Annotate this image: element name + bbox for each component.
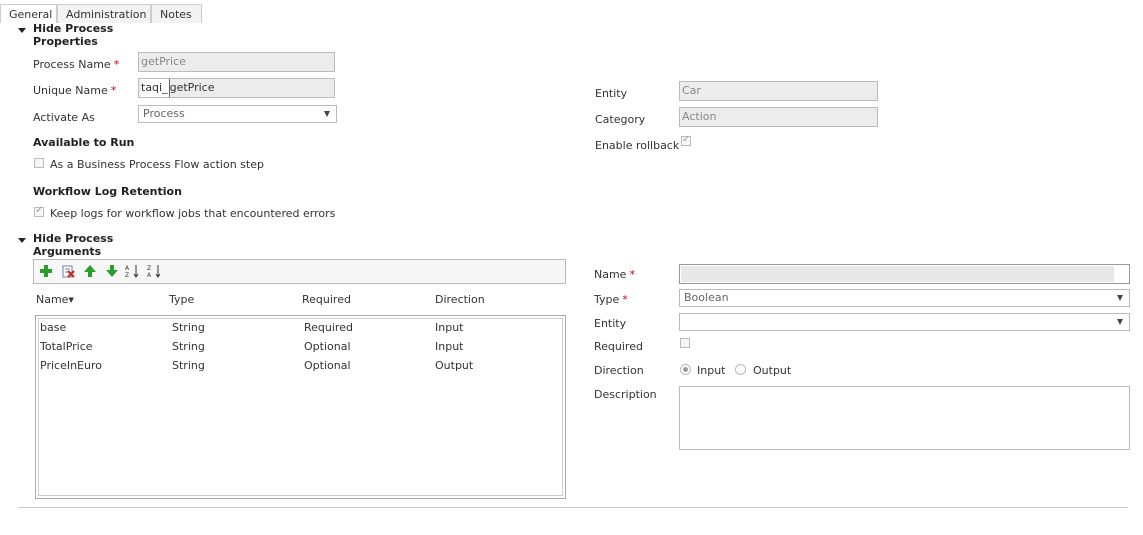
enable-rollback-checkbox[interactable] bbox=[681, 134, 691, 146]
unique-name-field[interactable]: taqi_ getPrice bbox=[138, 78, 335, 98]
tab-general[interactable]: General bbox=[0, 4, 57, 23]
arg-required-label: Required bbox=[594, 340, 643, 353]
unique-name-value: getPrice bbox=[169, 81, 215, 94]
svg-text:Z: Z bbox=[147, 265, 151, 272]
unique-name-label: Unique Name * bbox=[33, 84, 117, 97]
dropdown-arrow-icon bbox=[1117, 319, 1123, 325]
add-icon[interactable] bbox=[39, 264, 53, 278]
hide-process-arguments-toggle[interactable]: Hide Process Arguments bbox=[18, 232, 178, 258]
category-field[interactable]: Action bbox=[679, 107, 878, 127]
log-retention-title: Workflow Log Retention bbox=[33, 185, 182, 198]
activate-as-select[interactable]: Process bbox=[138, 105, 337, 123]
direction-input-radio[interactable] bbox=[680, 364, 691, 375]
arguments-grid: base String Required Input TotalPrice St… bbox=[35, 315, 566, 499]
enable-rollback-label: Enable rollback bbox=[595, 139, 680, 152]
cell-required: Optional bbox=[304, 340, 351, 353]
bpf-action-step-checkbox[interactable] bbox=[34, 158, 44, 168]
activate-as-value: Process bbox=[143, 107, 185, 120]
table-row[interactable]: PriceInEuro String Optional Output bbox=[39, 357, 562, 376]
arg-entity-label: Entity bbox=[594, 317, 627, 330]
activate-as-label: Activate As bbox=[33, 111, 95, 124]
entity-label: Entity bbox=[595, 87, 628, 100]
svg-text:A: A bbox=[125, 265, 130, 272]
cell-required: Optional bbox=[304, 359, 351, 372]
column-header-name[interactable]: Name▼ bbox=[36, 293, 74, 306]
unique-name-prefix: taqi_ bbox=[141, 79, 170, 97]
cell-required: Required bbox=[304, 321, 353, 334]
cell-name: TotalPrice bbox=[40, 340, 93, 353]
table-row[interactable]: TotalPrice String Optional Input bbox=[39, 338, 562, 357]
move-up-icon[interactable] bbox=[83, 264, 97, 278]
cell-direction: Input bbox=[435, 321, 464, 334]
arg-entity-select[interactable] bbox=[679, 313, 1130, 331]
dropdown-arrow-icon bbox=[1117, 295, 1123, 301]
direction-output-radio[interactable] bbox=[735, 364, 746, 375]
arg-type-label: Type * bbox=[594, 293, 628, 306]
tab-administration[interactable]: Administration bbox=[57, 4, 151, 23]
sort-indicator-icon: ▼ bbox=[68, 296, 74, 304]
column-header-direction[interactable]: Direction bbox=[435, 293, 485, 306]
arguments-toolbar: A Z Z A bbox=[33, 259, 566, 284]
arg-type-select[interactable]: Boolean bbox=[679, 289, 1130, 307]
cell-direction: Input bbox=[435, 340, 464, 353]
bottom-divider bbox=[18, 507, 1128, 508]
section-title-arguments: Hide Process Arguments bbox=[33, 232, 114, 258]
process-name-field[interactable]: getPrice bbox=[138, 52, 335, 72]
arg-direction-label: Direction bbox=[594, 364, 644, 377]
cell-name: base bbox=[40, 321, 67, 334]
arg-name-label: Name * bbox=[594, 268, 635, 281]
direction-output-label: Output bbox=[753, 364, 792, 377]
keep-logs-label: Keep logs for workflow jobs that encount… bbox=[50, 207, 336, 220]
arg-description-label: Description bbox=[594, 388, 657, 401]
dropdown-arrow-icon bbox=[324, 111, 330, 117]
table-row[interactable]: base String Required Input bbox=[39, 319, 562, 338]
hide-process-properties-toggle[interactable]: Hide Process Properties bbox=[18, 22, 178, 48]
keep-logs-checkbox[interactable] bbox=[34, 205, 44, 217]
svg-text:Z: Z bbox=[125, 272, 129, 278]
available-to-run-title: Available to Run bbox=[33, 136, 135, 149]
entity-field[interactable]: Car bbox=[679, 81, 878, 101]
move-down-icon[interactable] bbox=[105, 264, 119, 278]
cell-type: String bbox=[172, 359, 205, 372]
column-header-name-label: Name bbox=[36, 293, 69, 306]
bpf-action-step-label: As a Business Process Flow action step bbox=[50, 158, 264, 171]
collapse-caret-icon bbox=[18, 238, 26, 243]
tab-notes[interactable]: Notes bbox=[151, 4, 202, 23]
delete-icon[interactable] bbox=[61, 264, 75, 278]
arg-required-checkbox[interactable] bbox=[680, 338, 690, 348]
column-header-type[interactable]: Type bbox=[169, 293, 194, 306]
category-label: Category bbox=[595, 113, 646, 126]
arg-name-input-fill bbox=[681, 266, 1114, 282]
section-title-properties: Hide Process Properties bbox=[33, 22, 114, 48]
cell-type: String bbox=[172, 321, 205, 334]
collapse-caret-icon bbox=[18, 28, 26, 33]
cell-name: PriceInEuro bbox=[40, 359, 102, 372]
svg-text:A: A bbox=[147, 272, 152, 278]
process-name-label: Process Name * bbox=[33, 58, 120, 71]
column-header-required[interactable]: Required bbox=[302, 293, 351, 306]
direction-input-label: Input bbox=[697, 364, 726, 377]
cell-direction: Output bbox=[435, 359, 474, 372]
sort-ascending-icon[interactable]: A Z bbox=[125, 264, 141, 278]
cell-type: String bbox=[172, 340, 205, 353]
arg-type-value: Boolean bbox=[684, 291, 729, 304]
sort-descending-icon[interactable]: Z A bbox=[147, 264, 163, 278]
arg-description-textarea[interactable] bbox=[679, 386, 1130, 450]
